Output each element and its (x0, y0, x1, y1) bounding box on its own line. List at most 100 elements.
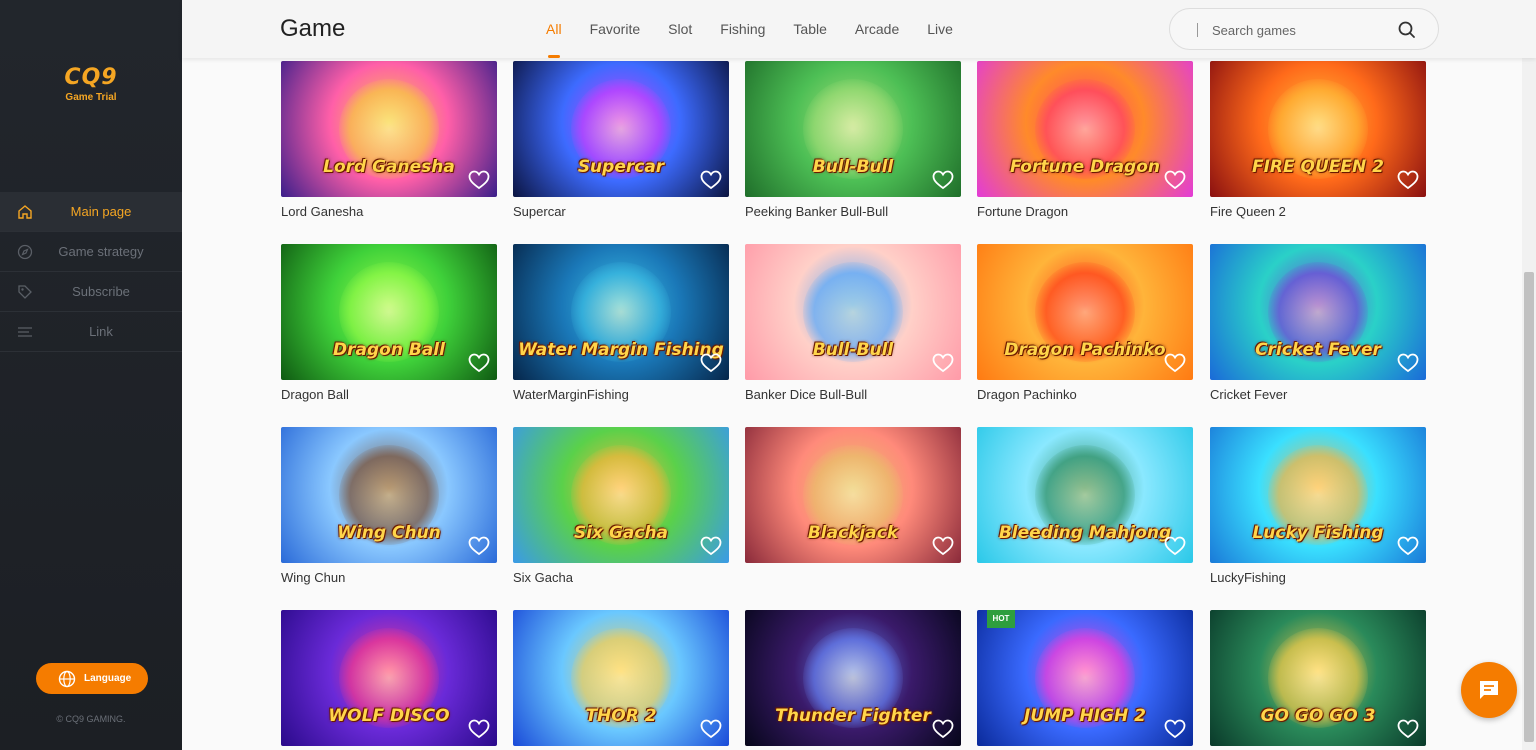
favorite-heart-icon[interactable] (468, 536, 490, 556)
game-card[interactable]: Lord Ganesha Lord Ganesha (281, 61, 497, 220)
tab-fishing[interactable]: Fishing (720, 0, 765, 58)
game-thumbnail[interactable]: Lord Ganesha (281, 61, 497, 197)
game-art-title: Dragon Pachinko (1004, 340, 1166, 360)
game-name: LuckyFishing (1210, 570, 1286, 585)
game-name: Peeking Banker Bull-Bull (745, 204, 889, 219)
favorite-heart-icon[interactable] (700, 353, 722, 373)
game-thumbnail[interactable]: Six Gacha (513, 427, 729, 563)
game-thumbnail[interactable]: Fortune Dragon (977, 61, 1193, 197)
language-button[interactable]: Language (36, 663, 148, 694)
game-card[interactable]: Six Gacha Six Gacha (513, 427, 729, 586)
game-thumbnail[interactable]: JUMP HIGH 2 HOT (977, 610, 1193, 746)
game-card[interactable]: Dragon Pachinko Dragon Pachinko (977, 244, 1193, 403)
game-thumbnail[interactable]: Thunder Fighter (745, 610, 961, 746)
game-card[interactable]: Lucky Fishing LuckyFishing (1210, 427, 1426, 586)
game-card[interactable]: Cricket Fever Cricket Fever (1210, 244, 1426, 403)
game-name: Six Gacha (513, 570, 573, 585)
game-art-title: Cricket Fever (1255, 340, 1381, 360)
game-thumbnail[interactable]: Cricket Fever (1210, 244, 1426, 380)
sidebar-item-game-strategy[interactable]: Game strategy (0, 232, 182, 272)
game-thumbnail[interactable]: Bleeding Mahjong (977, 427, 1193, 563)
game-thumbnail[interactable]: THOR 2 (513, 610, 729, 746)
game-thumbnail[interactable]: Dragon Ball (281, 244, 497, 380)
favorite-heart-icon[interactable] (1397, 719, 1419, 739)
game-thumbnail[interactable]: Bull-Bull (745, 61, 961, 197)
favorite-heart-icon[interactable] (468, 353, 490, 373)
game-card[interactable]: Wing Chun Wing Chun (281, 427, 497, 586)
game-thumbnail[interactable]: WOLF DISCO (281, 610, 497, 746)
game-art-title: FIRE QUEEN 2 (1251, 157, 1384, 177)
game-thumbnail[interactable]: FIRE QUEEN 2 (1210, 61, 1426, 197)
favorite-heart-icon[interactable] (1164, 353, 1186, 373)
favorite-heart-icon[interactable] (1164, 719, 1186, 739)
game-name: Fire Queen 2 (1210, 204, 1286, 219)
favorite-heart-icon[interactable] (700, 536, 722, 556)
logo[interactable]: CQ9 Game Trial (0, 65, 182, 104)
game-thumbnail[interactable]: GO GO GO 3 (1210, 610, 1426, 746)
favorite-heart-icon[interactable] (1397, 536, 1419, 556)
sidebar-item-label: Link (89, 324, 113, 339)
game-art-title: GO GO GO 3 (1260, 706, 1376, 726)
favorite-heart-icon[interactable] (1164, 536, 1186, 556)
logo-subtitle: Game Trial (65, 92, 117, 103)
search-icon[interactable] (1397, 20, 1417, 40)
game-card[interactable]: Supercar Supercar (513, 61, 729, 220)
tab-table[interactable]: Table (793, 0, 826, 58)
sidebar-item-subscribe[interactable]: Subscribe (0, 272, 182, 312)
favorite-heart-icon[interactable] (468, 719, 490, 739)
game-art-title: Supercar (577, 157, 665, 177)
tab-all[interactable]: All (546, 0, 562, 58)
favorite-heart-icon[interactable] (1164, 170, 1186, 190)
game-name: Banker Dice Bull-Bull (745, 387, 868, 402)
game-card[interactable]: Blackjack (745, 427, 961, 586)
favorite-heart-icon[interactable] (700, 719, 722, 739)
favorite-heart-icon[interactable] (700, 170, 722, 190)
scrollbar[interactable] (1522, 58, 1536, 750)
favorite-heart-icon[interactable] (932, 353, 954, 373)
tab-favorite[interactable]: Favorite (590, 0, 641, 58)
game-card[interactable]: Thunder Fighter (745, 610, 961, 750)
tab-live[interactable]: Live (927, 0, 953, 58)
language-label: Language (84, 673, 132, 684)
game-card[interactable]: JUMP HIGH 2 HOT (977, 610, 1193, 750)
game-thumbnail[interactable]: Dragon Pachinko (977, 244, 1193, 380)
favorite-heart-icon[interactable] (932, 536, 954, 556)
game-card[interactable]: Dragon Ball Dragon Ball (281, 244, 497, 403)
game-card[interactable]: Bull-Bull Banker Dice Bull-Bull (745, 244, 961, 403)
game-card[interactable]: GO GO GO 3 (1210, 610, 1426, 750)
game-name: Dragon Pachinko (977, 387, 1077, 402)
favorite-heart-icon[interactable] (1397, 353, 1419, 373)
game-card[interactable]: THOR 2 (513, 610, 729, 750)
favorite-heart-icon[interactable] (932, 719, 954, 739)
tab-arcade[interactable]: Arcade (855, 0, 899, 58)
sidebar-item-main-page[interactable]: Main page (0, 192, 182, 232)
game-card[interactable]: Fortune Dragon Fortune Dragon (977, 61, 1193, 220)
game-card[interactable]: WOLF DISCO (281, 610, 497, 750)
game-name: WaterMarginFishing (513, 387, 629, 402)
game-art-title: Dragon Ball (333, 340, 445, 360)
favorite-heart-icon[interactable] (932, 170, 954, 190)
game-card[interactable]: Bull-Bull Peeking Banker Bull-Bull (745, 61, 961, 220)
favorite-heart-icon[interactable] (1397, 170, 1419, 190)
game-thumbnail[interactable]: Lucky Fishing (1210, 427, 1426, 563)
page-title: Game (280, 15, 346, 42)
game-thumbnail[interactable]: Wing Chun (281, 427, 497, 563)
game-card[interactable]: FIRE QUEEN 2 Fire Queen 2 (1210, 61, 1426, 220)
game-art-title: Bull-Bull (812, 340, 894, 360)
chat-button[interactable] (1461, 662, 1517, 718)
game-art-title: Bull-Bull (812, 157, 894, 177)
favorite-heart-icon[interactable] (468, 170, 490, 190)
game-name (745, 570, 961, 586)
search-input[interactable] (1212, 19, 1392, 41)
game-card[interactable]: Bleeding Mahjong (977, 427, 1193, 586)
sidebar-item-link[interactable]: Link (0, 312, 182, 352)
game-thumbnail[interactable]: Bull-Bull (745, 244, 961, 380)
logo-mark: CQ9 (64, 65, 118, 90)
game-thumbnail[interactable]: Supercar (513, 61, 729, 197)
game-thumbnail[interactable]: Blackjack (745, 427, 961, 563)
game-card[interactable]: Water Margin Fishing WaterMarginFishing (513, 244, 729, 403)
tab-slot[interactable]: Slot (668, 0, 692, 58)
game-thumbnail[interactable]: Water Margin Fishing (513, 244, 729, 380)
game-art-title: Bleeding Mahjong (998, 523, 1172, 543)
scrollbar-thumb[interactable] (1524, 272, 1534, 742)
